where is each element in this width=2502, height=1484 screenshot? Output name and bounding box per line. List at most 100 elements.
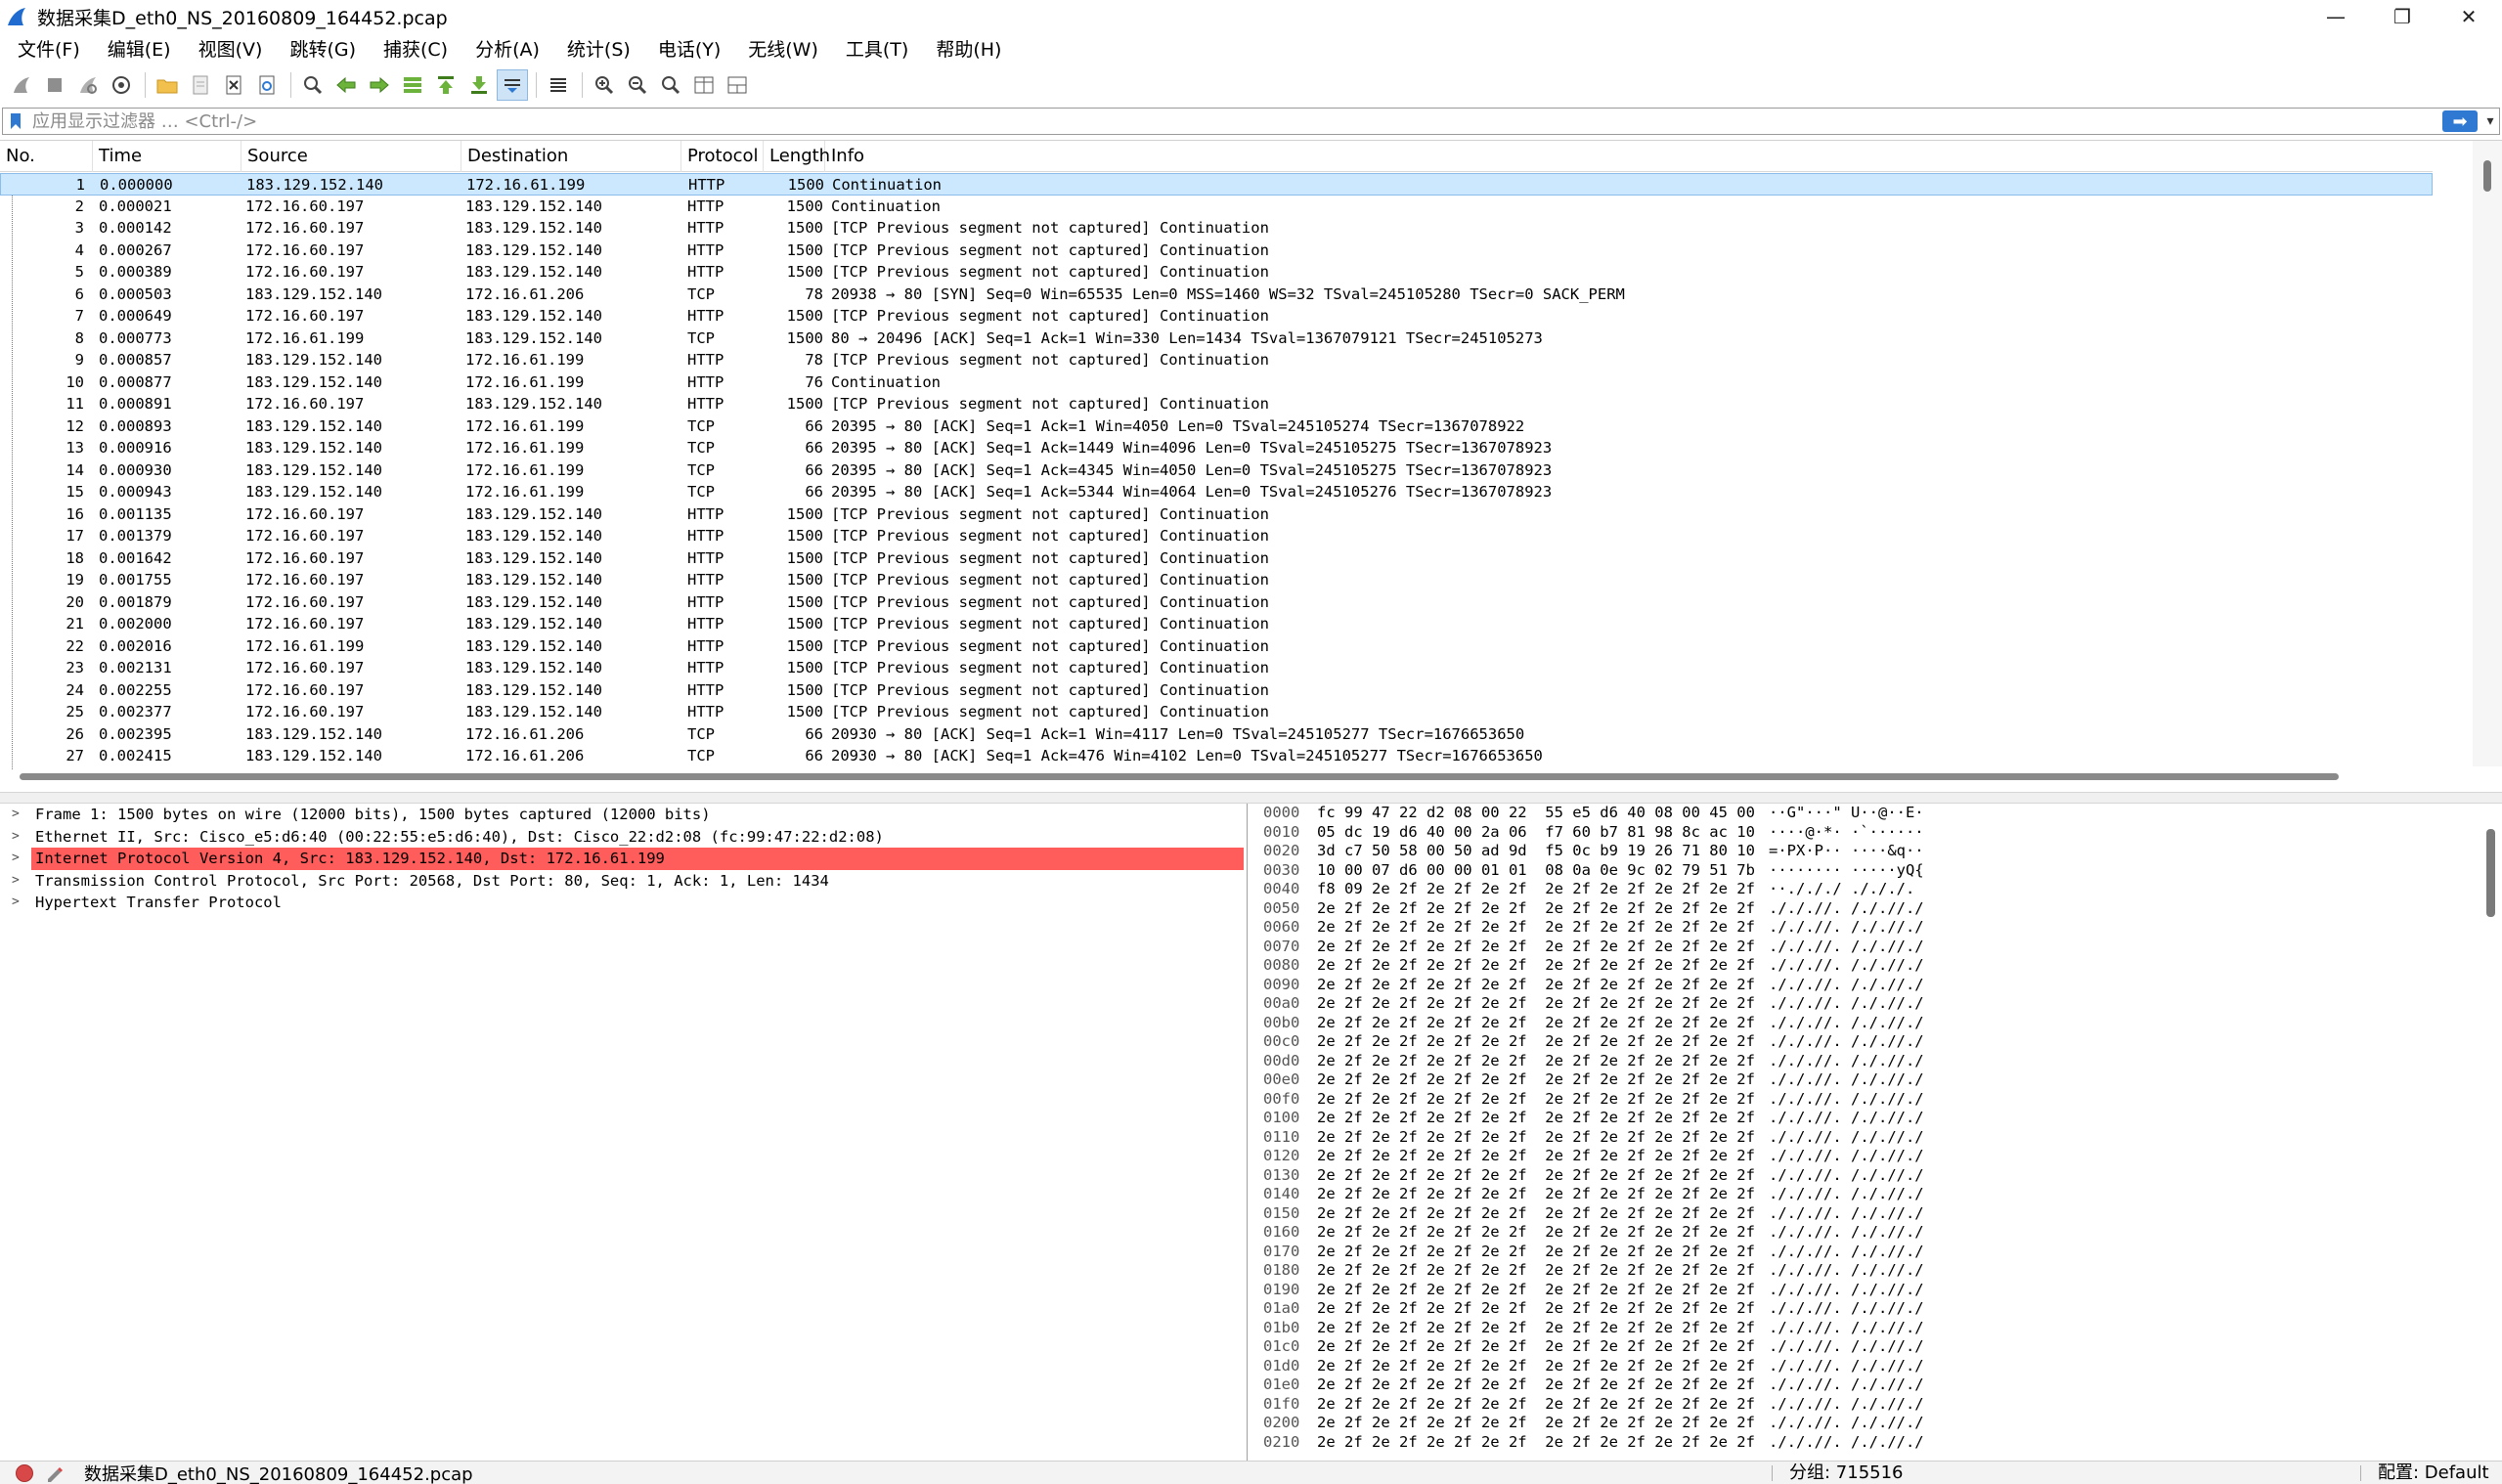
close-file-icon[interactable] — [218, 69, 249, 101]
byte-hex[interactable]: 2e 2f 2e 2f 2e 2f 2e 2f 2e 2f 2e 2f 2e 2… — [1317, 1090, 1755, 1110]
byte-hex[interactable]: 2e 2f 2e 2f 2e 2f 2e 2f 2e 2f 2e 2f 2e 2… — [1317, 1261, 1755, 1281]
scrollbar-thumb[interactable] — [2483, 160, 2491, 192]
byte-hex[interactable]: 2e 2f 2e 2f 2e 2f 2e 2f 2e 2f 2e 2f 2e 2… — [1317, 1032, 1755, 1052]
menu-file[interactable]: 文件(F) — [4, 33, 94, 66]
zoom-out-icon[interactable] — [622, 69, 653, 101]
byte-offset[interactable]: 0050 — [1263, 899, 1299, 919]
byte-hex[interactable]: 10 00 07 d6 00 00 01 01 08 0a 0e 9c 02 7… — [1317, 861, 1755, 881]
layout-icon[interactable] — [722, 69, 753, 101]
packet-row[interactable]: 15 0.000943 183.129.152.140 172.16.61.199 TC… — [0, 481, 2433, 503]
filter-history-dropdown[interactable]: ▾ — [2481, 113, 2499, 129]
go-first-icon[interactable] — [430, 69, 461, 101]
zoom-normal-icon[interactable] — [655, 69, 686, 101]
packet-row[interactable]: 20 0.001879 172.16.60.197 183.129.152.140 HT… — [0, 591, 2433, 614]
byte-hex[interactable]: 2e 2f 2e 2f 2e 2f 2e 2f 2e 2f 2e 2f 2e 2… — [1317, 1109, 1755, 1128]
column-header-destination[interactable]: Destination — [461, 141, 681, 172]
byte-ascii[interactable]: ./././/. /././/./ — [1769, 1109, 1924, 1128]
byte-hex[interactable]: 2e 2f 2e 2f 2e 2f 2e 2f 2e 2f 2e 2f 2e 2… — [1317, 1052, 1755, 1071]
minimize-button[interactable]: — — [2303, 0, 2369, 33]
expand-arrow-icon[interactable]: > — [12, 804, 20, 826]
go-to-packet-icon[interactable] — [397, 69, 428, 101]
byte-hex[interactable]: f8 09 2e 2f 2e 2f 2e 2f 2e 2f 2e 2f 2e 2… — [1317, 880, 1755, 899]
packet-row[interactable]: 25 0.002377 172.16.60.197 183.129.152.140 HT… — [0, 701, 2433, 723]
packet-row[interactable]: 11 0.000891 172.16.60.197 183.129.152.140 HT… — [0, 393, 2433, 415]
byte-offset[interactable]: 01c0 — [1263, 1337, 1299, 1357]
detail-tree-item[interactable]: > Internet Protocol Version 4, Src: 183.1… — [12, 848, 1244, 870]
byte-hex[interactable]: 05 dc 19 d6 40 00 2a 06 f7 60 b7 81 98 8… — [1317, 823, 1755, 843]
byte-ascii[interactable]: ./././/. /././/./ — [1769, 1128, 1924, 1148]
byte-offset[interactable]: 00b0 — [1263, 1014, 1299, 1033]
go-back-icon[interactable] — [330, 69, 362, 101]
menu-wireless[interactable]: 无线(W) — [734, 33, 832, 66]
byte-hex[interactable]: 2e 2f 2e 2f 2e 2f 2e 2f 2e 2f 2e 2f 2e 2… — [1317, 938, 1755, 957]
byte-ascii[interactable]: ./././/. /././/./ — [1769, 1395, 1924, 1415]
packet-row[interactable]: 23 0.002131 172.16.60.197 183.129.152.140 HT… — [0, 657, 2433, 679]
byte-hex[interactable]: 2e 2f 2e 2f 2e 2f 2e 2f 2e 2f 2e 2f 2e 2… — [1317, 1070, 1755, 1090]
save-file-icon[interactable] — [185, 69, 216, 101]
byte-hex[interactable]: 2e 2f 2e 2f 2e 2f 2e 2f 2e 2f 2e 2f 2e 2… — [1317, 1319, 1755, 1338]
packet-row[interactable]: 8 0.000773 172.16.61.199 183.129.152.140 TCP… — [0, 327, 2433, 350]
column-header-protocol[interactable]: Protocol — [681, 141, 764, 172]
column-header-length[interactable]: Length — [764, 141, 830, 172]
byte-hex[interactable]: 2e 2f 2e 2f 2e 2f 2e 2f 2e 2f 2e 2f 2e 2… — [1317, 1299, 1755, 1319]
byte-hex[interactable]: 2e 2f 2e 2f 2e 2f 2e 2f 2e 2f 2e 2f 2e 2… — [1317, 1166, 1755, 1186]
byte-ascii[interactable]: ./././/. /././/./ — [1769, 1185, 1924, 1204]
detail-tree-item[interactable]: > Hypertext Transfer Protocol — [0, 892, 1247, 914]
packet-row[interactable]: 13 0.000916 183.129.152.140 172.16.61.199 TC… — [0, 437, 2433, 459]
packet-row[interactable]: 10 0.000877 183.129.152.140 172.16.61.199 HT… — [0, 371, 2433, 394]
packet-row[interactable]: 7 0.000649 172.16.60.197 183.129.152.140 HTT… — [0, 305, 2433, 327]
byte-ascii[interactable]: ./././/. /././/./ — [1769, 1375, 1924, 1395]
byte-hex[interactable]: 2e 2f 2e 2f 2e 2f 2e 2f 2e 2f 2e 2f 2e 2… — [1317, 1128, 1755, 1148]
byte-ascii[interactable]: ./././/. /././/./ — [1769, 938, 1924, 957]
packet-row[interactable]: 22 0.002016 172.16.61.199 183.129.152.140 HT… — [0, 635, 2433, 658]
packet-row[interactable]: 14 0.000930 183.129.152.140 172.16.61.199 TC… — [0, 459, 2433, 482]
byte-hex[interactable]: 2e 2f 2e 2f 2e 2f 2e 2f 2e 2f 2e 2f 2e 2… — [1317, 1014, 1755, 1033]
colorize-icon[interactable] — [543, 69, 574, 101]
packet-row[interactable]: 1 0.000000 183.129.152.140 172.16.61.199 HTT… — [0, 173, 2433, 196]
find-packet-icon[interactable] — [297, 69, 329, 101]
expand-arrow-icon[interactable]: > — [12, 870, 20, 893]
zoom-in-icon[interactable] — [589, 69, 620, 101]
byte-hex[interactable]: 2e 2f 2e 2f 2e 2f 2e 2f 2e 2f 2e 2f 2e 2… — [1317, 1243, 1755, 1262]
byte-offset[interactable]: 0090 — [1263, 976, 1299, 995]
byte-offset[interactable]: 00e0 — [1263, 1070, 1299, 1090]
byte-ascii[interactable]: ./././/. /././/./ — [1769, 1281, 1924, 1300]
byte-offset[interactable]: 01b0 — [1263, 1319, 1299, 1338]
packet-row[interactable]: 16 0.001135 172.16.60.197 183.129.152.140 HT… — [0, 503, 2433, 526]
byte-hex[interactable]: 2e 2f 2e 2f 2e 2f 2e 2f 2e 2f 2e 2f 2e 2… — [1317, 1281, 1755, 1300]
packet-row[interactable]: 2 0.000021 172.16.60.197 183.129.152.140 HTT… — [0, 196, 2433, 218]
menu-telephony[interactable]: 电话(Y) — [644, 33, 734, 66]
byte-hex[interactable]: 2e 2f 2e 2f 2e 2f 2e 2f 2e 2f 2e 2f 2e 2… — [1317, 1414, 1755, 1433]
byte-hex[interactable]: 2e 2f 2e 2f 2e 2f 2e 2f 2e 2f 2e 2f 2e 2… — [1317, 1433, 1755, 1453]
auto-scroll-icon[interactable] — [497, 69, 528, 101]
detail-tree-item[interactable]: > Ethernet II, Src: Cisco_e5:d6:40 (00:22… — [0, 826, 1247, 849]
column-header-time[interactable]: Time — [93, 141, 241, 172]
status-profile[interactable]: 配置: Default — [2378, 1462, 2489, 1484]
byte-hex[interactable]: 3d c7 50 58 00 50 ad 9d f5 0c b9 19 26 7… — [1317, 842, 1755, 861]
byte-offset[interactable]: 00a0 — [1263, 994, 1299, 1014]
byte-ascii[interactable]: ./././/. /././/./ — [1769, 1357, 1924, 1376]
byte-hex[interactable]: 2e 2f 2e 2f 2e 2f 2e 2f 2e 2f 2e 2f 2e 2… — [1317, 976, 1755, 995]
byte-offset[interactable]: 0060 — [1263, 918, 1299, 938]
detail-tree-item[interactable]: > Frame 1: 1500 bytes on wire (12000 bits… — [0, 804, 1247, 826]
byte-offset[interactable]: 0120 — [1263, 1147, 1299, 1166]
byte-ascii[interactable]: ./././/. /././/./ — [1769, 1032, 1924, 1052]
byte-ascii[interactable]: ./././/. /././/./ — [1769, 1070, 1924, 1090]
byte-offset[interactable]: 0160 — [1263, 1223, 1299, 1243]
byte-offset[interactable]: 0020 — [1263, 842, 1299, 861]
packet-row[interactable]: 17 0.001379 172.16.60.197 183.129.152.140 HT… — [0, 525, 2433, 547]
expert-info-led-icon[interactable] — [16, 1463, 33, 1482]
byte-offset[interactable]: 0200 — [1263, 1414, 1299, 1433]
byte-ascii[interactable]: ./././/. /././/./ — [1769, 1261, 1924, 1281]
byte-ascii[interactable]: ./././/. /././/./ — [1769, 1433, 1924, 1453]
byte-ascii[interactable]: ./././/. /././/./ — [1769, 1337, 1924, 1357]
byte-ascii[interactable]: ··G"···" U··@··E· — [1769, 804, 1924, 823]
column-header-info[interactable]: Info — [825, 141, 2433, 172]
byte-ascii[interactable]: ··./././ ./././. — [1769, 880, 1914, 899]
byte-hex[interactable]: 2e 2f 2e 2f 2e 2f 2e 2f 2e 2f 2e 2f 2e 2… — [1317, 1395, 1755, 1415]
byte-offset[interactable]: 00f0 — [1263, 1090, 1299, 1110]
byte-offset[interactable]: 0110 — [1263, 1128, 1299, 1148]
packet-row[interactable]: 19 0.001755 172.16.60.197 183.129.152.140 HT… — [0, 569, 2433, 591]
byte-offset[interactable]: 01d0 — [1263, 1357, 1299, 1376]
byte-hex[interactable]: 2e 2f 2e 2f 2e 2f 2e 2f 2e 2f 2e 2f 2e 2… — [1317, 1185, 1755, 1204]
